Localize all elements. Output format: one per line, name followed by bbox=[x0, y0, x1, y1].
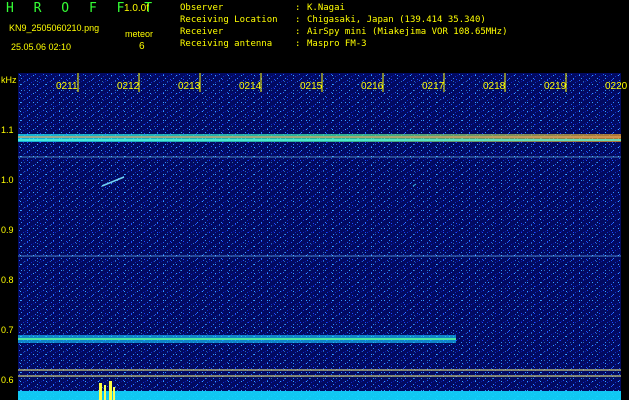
antenna-row: Receiving antenna: Maspro FM-3 bbox=[180, 38, 629, 50]
frequency-unit-label: kHz bbox=[1, 75, 17, 85]
frequency-label: 1.1 bbox=[1, 125, 14, 135]
observation-info-table: Observer: K.Nagai Receiving Location: Chig… bbox=[180, 2, 629, 50]
receiver-value: AirSpy mini (Miakejima VOR 108.65MHz) bbox=[307, 27, 508, 37]
location-row: Receiving Location: Chigasaki, Japan (139… bbox=[180, 14, 629, 26]
spectrogram-plot bbox=[18, 73, 621, 400]
observer-value: K.Nagai bbox=[307, 3, 345, 13]
antenna-label: Receiving antenna bbox=[180, 39, 273, 49]
observer-separator: : bbox=[295, 3, 301, 13]
antenna-value: Maspro FM-3 bbox=[307, 39, 367, 49]
receiver-label: Receiver bbox=[180, 27, 224, 37]
header-panel: H R O F F T 1.0.0f KN9_2505060210.png me… bbox=[0, 0, 629, 72]
observer-row: Observer: K.Nagai bbox=[180, 2, 629, 14]
frequency-label: 0.7 bbox=[1, 325, 14, 335]
baseline-noise-band bbox=[18, 391, 621, 400]
antenna-separator: : bbox=[295, 39, 301, 49]
meteor-count-label: meteor bbox=[125, 29, 154, 39]
hrofft-window: H R O F F T 1.0.0f KN9_2505060210.png me… bbox=[0, 0, 629, 400]
location-label: Receiving Location bbox=[180, 15, 278, 25]
location-separator: : bbox=[295, 15, 301, 25]
frequency-label: 0.9 bbox=[1, 225, 14, 235]
frequency-label: 1.0 bbox=[1, 175, 14, 185]
meteor-spike-2 bbox=[104, 385, 106, 400]
receiver-separator: : bbox=[295, 27, 301, 37]
app-version: 1.0.0f bbox=[124, 3, 150, 14]
image-filename: KN9_2505060210.png bbox=[9, 23, 100, 33]
spectrogram-svg bbox=[18, 73, 621, 400]
frequency-label: 0.6 bbox=[1, 375, 14, 385]
frequency-label: 0.8 bbox=[1, 275, 14, 285]
meteor-count-value: 6 bbox=[139, 41, 145, 52]
meteor-spike-4 bbox=[113, 387, 115, 400]
observer-label: Observer bbox=[180, 3, 224, 13]
meteor-spike-1 bbox=[99, 383, 102, 400]
receiver-row: Receiver: AirSpy mini (Miakejima VOR 108.… bbox=[180, 26, 629, 38]
spectrogram-noise-speckles bbox=[18, 73, 621, 400]
meteor-spike-3 bbox=[109, 381, 112, 400]
observation-timestamp: 25.05.06 02:10 bbox=[11, 42, 72, 52]
location-value: Chigasaki, Japan (139.414 35.340) bbox=[307, 15, 486, 25]
